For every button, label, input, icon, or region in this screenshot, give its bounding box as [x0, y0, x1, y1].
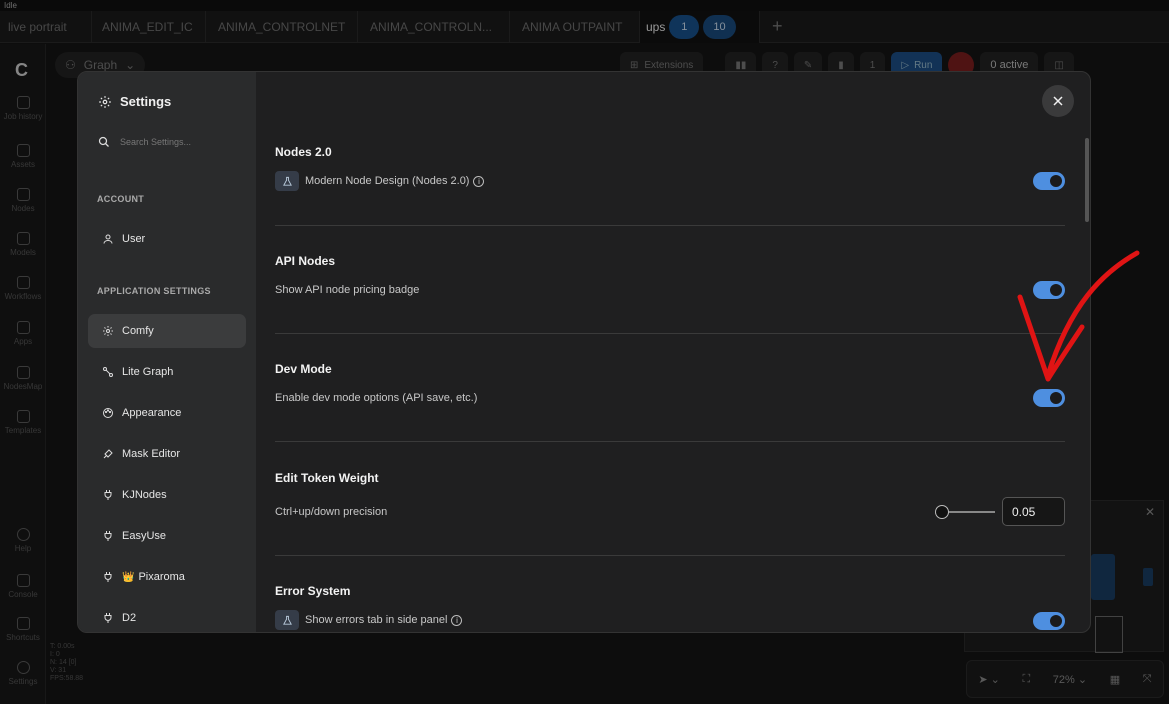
- errors-tab-toggle[interactable]: [1033, 612, 1065, 630]
- nav-kjnodes[interactable]: KJNodes: [88, 478, 246, 512]
- crown-icon: 👑: [122, 571, 135, 583]
- setting-row-nodes-2: Modern Node Design (Nodes 2.0) i: [275, 171, 1065, 191]
- nav-easyuse[interactable]: EasyUse: [88, 519, 246, 553]
- divider: [275, 225, 1065, 226]
- search-icon: [98, 136, 109, 147]
- setting-row-dev-mode: Enable dev mode options (API save, etc.): [275, 388, 1065, 408]
- section-title: API Nodes: [275, 254, 336, 268]
- setting-row-token-precision: Ctrl+up/down precision 0.05: [275, 497, 1065, 527]
- divider: [275, 555, 1065, 556]
- flask-icon: [275, 610, 299, 630]
- info-icon[interactable]: i: [451, 614, 463, 626]
- section-edit-token-weight: Edit Token Weight Ctrl+up/down precision…: [275, 471, 1065, 526]
- user-icon: [103, 234, 113, 244]
- section-nodes-2: Nodes 2.0 Modern Node Design (Nodes 2.0)…: [275, 145, 1065, 191]
- precision-input[interactable]: 0.05: [1002, 497, 1065, 526]
- section-title: Nodes 2.0: [275, 145, 332, 159]
- gear-icon: [103, 326, 113, 336]
- setting-row-api-pricing: Show API node pricing badge: [275, 280, 1065, 300]
- annotation-arrow: [1017, 250, 1140, 382]
- account-heading: ACCOUNT: [97, 194, 145, 204]
- section-api-nodes: API Nodes Show API node pricing badge: [275, 254, 1065, 299]
- settings-search-input[interactable]: Search Settings...: [98, 136, 191, 148]
- divider: [275, 441, 1065, 442]
- section-error-system: Error System Show errors tab in side pan…: [275, 584, 1065, 630]
- nav-d2[interactable]: D2: [88, 601, 246, 632]
- brush-icon: [103, 449, 113, 459]
- settings-title: Settings: [98, 94, 171, 109]
- plug-icon: [104, 531, 112, 541]
- application-settings-heading: APPLICATION SETTINGS: [97, 286, 211, 296]
- settings-sidebar: Settings Search Settings... ACCOUNT User…: [78, 72, 256, 632]
- nodes-2-toggle[interactable]: [1033, 172, 1065, 190]
- gear-icon: [99, 95, 111, 108]
- palette-icon: [103, 408, 113, 418]
- section-title: Edit Token Weight: [275, 471, 379, 485]
- graph-icon: [103, 367, 113, 377]
- scrollbar[interactable]: [1085, 138, 1089, 222]
- settings-dialog: Settings Search Settings... ACCOUNT User…: [77, 71, 1091, 633]
- section-dev-mode: Dev Mode Enable dev mode options (API sa…: [275, 362, 1065, 407]
- flask-icon: [275, 171, 299, 191]
- nav-pixaroma[interactable]: 👑 Pixaroma: [88, 560, 246, 594]
- section-title: Error System: [275, 584, 351, 598]
- info-icon[interactable]: i: [473, 175, 485, 187]
- settings-content: Nodes 2.0 Modern Node Design (Nodes 2.0)…: [256, 72, 1090, 632]
- precision-slider[interactable]: [935, 504, 995, 520]
- setting-row-errors-tab: Show errors tab in side panel i: [275, 610, 1065, 630]
- divider: [275, 333, 1065, 334]
- close-icon: [1053, 96, 1063, 106]
- plug-icon: [104, 613, 112, 623]
- section-title: Dev Mode: [275, 362, 332, 376]
- slider-knob[interactable]: [935, 505, 949, 519]
- nav-comfy[interactable]: Comfy: [88, 314, 246, 348]
- nav-lite-graph[interactable]: Lite Graph: [88, 355, 246, 389]
- plug-icon: [104, 572, 112, 582]
- plug-icon: [104, 490, 112, 500]
- nav-user[interactable]: User: [88, 222, 246, 256]
- nav-mask-editor[interactable]: Mask Editor: [88, 437, 246, 471]
- close-button[interactable]: [1042, 85, 1074, 117]
- nav-appearance[interactable]: Appearance: [88, 396, 246, 430]
